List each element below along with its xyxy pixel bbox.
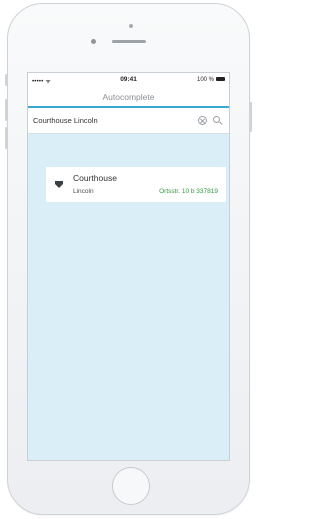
search-input[interactable] — [33, 116, 173, 125]
volume-down-button — [5, 127, 7, 149]
earpiece-speaker — [112, 40, 146, 43]
navigation-bar: Autocomplete — [28, 87, 229, 108]
map-pin-icon — [55, 181, 63, 188]
proximity-sensor — [129, 24, 133, 28]
page-title: Autocomplete — [102, 92, 155, 102]
search-icon[interactable] — [213, 116, 223, 126]
front-camera — [91, 39, 96, 44]
power-button — [250, 102, 252, 132]
clear-icon[interactable] — [198, 116, 207, 125]
mute-switch — [5, 74, 7, 86]
result-city: Lincoln — [73, 188, 94, 195]
result-address: Ortsstr. 10 b 337819 — [159, 188, 218, 195]
battery-icon — [216, 77, 225, 81]
result-item[interactable]: Courthouse Lincoln Ortsstr. 10 b 337819 — [46, 167, 226, 202]
search-bar — [28, 108, 229, 134]
home-button[interactable] — [112, 467, 150, 505]
phone-screen: ••••• ᯤ 09:41 100 % Autocomplete Courtho… — [27, 72, 230, 461]
battery-percentage: 100 % — [196, 76, 214, 83]
status-bar: ••••• ᯤ 09:41 100 % — [28, 73, 229, 87]
result-title: Courthouse — [73, 173, 117, 183]
volume-up-button — [5, 99, 7, 121]
